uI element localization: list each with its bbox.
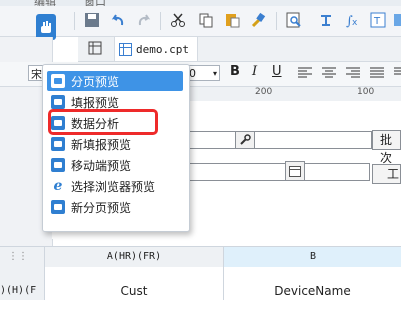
drag-handle-icon[interactable]: ⋮⋮ xyxy=(8,251,28,262)
tab-label: demo.cpt xyxy=(136,42,189,56)
format-brush-icon[interactable] xyxy=(248,10,268,30)
align-left-icon[interactable] xyxy=(298,67,312,82)
page-preview-icon xyxy=(51,74,65,88)
image-element-icon[interactable] xyxy=(390,10,401,30)
wrench-icon[interactable] xyxy=(235,131,255,149)
menu-item-new-page-preview[interactable]: 新分页预览 xyxy=(47,197,183,217)
underline-icon[interactable]: U xyxy=(272,64,282,79)
ruler-mark: 100 xyxy=(357,87,375,97)
menu-item-label: 选择浏览器预览 xyxy=(71,179,156,194)
menu-item-label: 新填报预览 xyxy=(71,137,132,152)
font-size-value: 0 xyxy=(189,66,196,80)
grid-view-icon[interactable] xyxy=(88,41,102,58)
new-page-preview-icon xyxy=(51,200,65,214)
svg-text:T: T xyxy=(373,16,381,27)
factory-button[interactable]: 工 xyxy=(372,164,401,184)
column-header-a[interactable]: A(HR)(FR) xyxy=(44,247,223,267)
preview-hand-icon xyxy=(41,21,51,33)
mobile-preview-icon xyxy=(51,158,65,172)
calendar-icon[interactable] xyxy=(285,161,305,181)
browser-e-icon: e xyxy=(53,178,63,194)
formula-icon[interactable]: ∫ x xyxy=(342,10,362,30)
new-fill-preview-icon xyxy=(51,137,65,151)
save-icon[interactable] xyxy=(82,10,102,30)
row-header[interactable]: )(H)(F xyxy=(0,267,45,300)
menu-item-label: 填报预览 xyxy=(71,95,120,110)
cell-b[interactable]: DeviceName xyxy=(224,267,401,300)
fill-preview-icon xyxy=(51,95,65,109)
menu-item-label: 新分页预览 xyxy=(71,200,132,215)
chevron-down-icon: ▾ xyxy=(212,68,217,78)
batch-button[interactable]: 批次 xyxy=(372,130,401,165)
find-icon[interactable] xyxy=(284,10,304,30)
svg-text:x: x xyxy=(352,18,358,28)
column-header-row: ⋮⋮ A(HR)(FR) B xyxy=(0,246,401,268)
line-spacing-icon[interactable] xyxy=(394,67,401,82)
grid-body: )(H)(F Cust DeviceName xyxy=(0,267,401,300)
cut-icon[interactable] xyxy=(168,10,188,30)
ruler-mark: 200 xyxy=(255,87,273,97)
menu-item-page-preview[interactable]: 分页预览 xyxy=(47,71,183,91)
menu-item-browser-preview[interactable]: e 选择浏览器预览 xyxy=(47,176,183,196)
report-file-icon xyxy=(119,42,132,56)
tab-bar: demo.cpt xyxy=(78,37,401,62)
bold-icon[interactable]: B xyxy=(230,64,240,79)
cell-a[interactable]: Cust xyxy=(45,267,224,300)
menu-item-label: 移动端预览 xyxy=(71,158,132,173)
menu-item-new-fill-preview[interactable]: 新填报预览 xyxy=(47,134,183,154)
redo-icon[interactable] xyxy=(134,10,154,30)
italic-icon[interactable]: I xyxy=(252,64,257,79)
cell-element-icon[interactable] xyxy=(316,10,336,30)
paste-icon[interactable] xyxy=(222,10,242,30)
column-header-b[interactable]: B xyxy=(223,247,401,267)
copy-icon[interactable] xyxy=(196,10,216,30)
font-size-select[interactable]: 0 ▾ xyxy=(186,65,220,81)
justify-icon[interactable] xyxy=(370,67,384,82)
tab-demo[interactable]: demo.cpt xyxy=(114,37,198,61)
undo-icon[interactable] xyxy=(108,10,128,30)
menu-item-label: 分页预览 xyxy=(71,74,120,89)
highlight-box xyxy=(48,109,158,135)
menu-item-mobile-preview[interactable]: 移动端预览 xyxy=(47,155,183,175)
align-center-icon[interactable] xyxy=(322,67,336,82)
main-toolbar: ▾ ∫x T xyxy=(0,6,401,51)
text-element-icon[interactable]: T xyxy=(368,10,388,30)
align-right-icon[interactable] xyxy=(346,67,360,82)
preview-dropdown-menu: 分页预览 填报预览 数据分析 新填报预览 移动端预览 e 选择浏览器预览 新分页… xyxy=(42,64,190,232)
